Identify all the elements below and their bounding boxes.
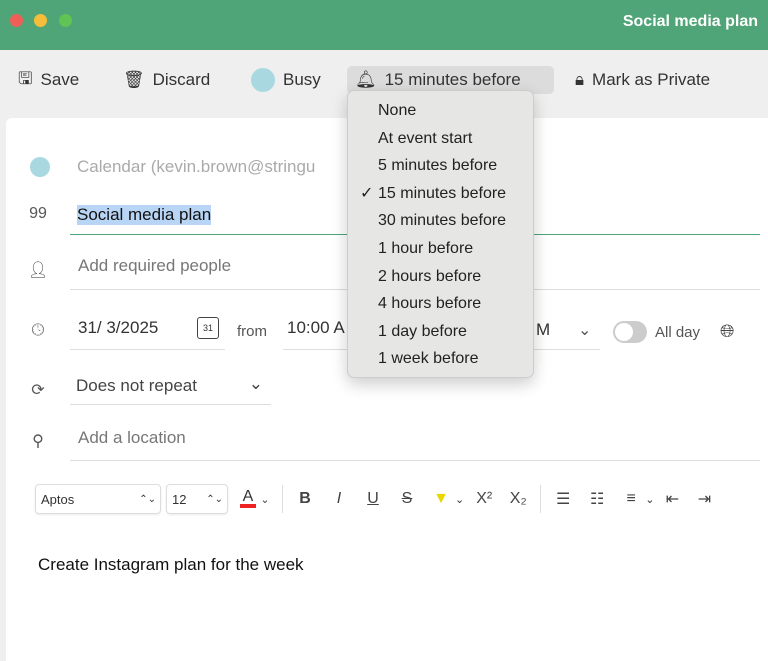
save-label: Save xyxy=(40,70,80,89)
close-window-button[interactable] xyxy=(10,14,23,27)
location-pin-icon: ⚲ xyxy=(32,433,44,450)
font-size-value: 12 xyxy=(172,491,187,507)
private-label: Mark as Private xyxy=(592,70,711,89)
align-icon[interactable]: ≡ xyxy=(617,490,645,508)
busy-button[interactable]: Busy xyxy=(243,66,329,94)
menu-item-2-hours[interactable]: 2 hours before xyxy=(348,263,533,291)
calendar-selector[interactable]: Calendar (kevin.brown@stringu xyxy=(77,157,315,177)
reminder-menu: None At event start 5 minutes before ✓ 15… xyxy=(347,90,534,378)
menu-item-1-day[interactable]: 1 day before xyxy=(348,318,533,346)
location-input[interactable]: Add a location xyxy=(70,428,760,461)
save-icon: 🖫 xyxy=(18,68,33,88)
menu-item-label: 15 minutes before xyxy=(378,184,507,202)
menu-item-at-event-start[interactable]: At event start xyxy=(348,125,533,153)
divider xyxy=(540,485,542,513)
event-body[interactable]: Create Instagram plan for the week xyxy=(38,555,304,575)
italic-icon[interactable]: I xyxy=(325,490,353,508)
font-color-icon[interactable]: A xyxy=(240,489,256,508)
person-icon: 👤︎ xyxy=(28,262,49,279)
start-time-value: 10:00 A xyxy=(287,318,345,337)
highlight-icon[interactable]: ▼ xyxy=(427,490,455,508)
lock-icon: 🔒︎ xyxy=(575,70,585,89)
save-button[interactable]: 🖫 Save xyxy=(10,66,87,94)
discard-button[interactable]: 🗑 Discard xyxy=(115,66,218,94)
outdent-icon[interactable]: ⇤ xyxy=(658,489,686,509)
title-text: Social media plan xyxy=(77,205,212,225)
menu-item-none[interactable]: None xyxy=(348,97,533,125)
calendar-color-icon xyxy=(30,157,50,177)
menu-item-1-hour[interactable]: 1 hour before xyxy=(348,235,533,263)
trash-icon: 🗑 xyxy=(123,70,145,89)
zoom-window-button[interactable] xyxy=(59,14,72,27)
indent-icon[interactable]: ⇥ xyxy=(690,489,718,509)
chevron-down-icon[interactable]: ⌄ xyxy=(645,493,654,506)
globe-icon[interactable]: 🌐︎ xyxy=(720,321,734,342)
date-value: 31/ 3/2025 xyxy=(78,318,159,337)
end-time-value: M xyxy=(536,320,551,339)
format-toolbar: Aptos ⌃⌄ 12 ⌃⌄ A ⌄ B I U S ▼ ⌄ X² X₂ ☰ ☷ ≡ ⌄ … xyxy=(35,484,718,514)
chevron-down-icon[interactable]: ⌄ xyxy=(578,320,591,340)
font-size-select[interactable]: 12 ⌃⌄ xyxy=(166,484,228,514)
divider xyxy=(282,485,283,513)
subscript-icon[interactable]: X₂ xyxy=(504,490,532,508)
repeat-dropdown[interactable]: Does not repeat ⌄ xyxy=(70,374,271,405)
font-value: Aptos xyxy=(41,491,75,507)
reminder-label: 15 minutes before xyxy=(384,70,521,89)
from-label: from xyxy=(237,323,267,340)
clock-icon: 🕓︎ xyxy=(31,322,45,339)
busy-status-icon xyxy=(251,68,275,92)
strikethrough-icon[interactable]: S xyxy=(393,490,421,508)
title-quote-icon: 99 xyxy=(29,205,47,222)
bell-icon: 🔔︎ xyxy=(355,70,377,89)
bullet-list-icon[interactable]: ☰ xyxy=(549,489,577,509)
window-title: Social media plan xyxy=(622,13,758,30)
repeat-value: Does not repeat xyxy=(76,376,197,395)
discard-label: Discard xyxy=(152,70,211,89)
chevron-down-icon[interactable]: ⌄ xyxy=(455,493,464,506)
checkmark-icon: ✓ xyxy=(360,184,374,202)
minimize-window-button[interactable] xyxy=(34,14,47,27)
superscript-icon[interactable]: X² xyxy=(470,490,498,508)
font-select[interactable]: Aptos ⌃⌄ xyxy=(35,484,161,514)
chevron-down-icon[interactable]: ⌄ xyxy=(256,493,274,506)
menu-item-30-minutes[interactable]: 30 minutes before xyxy=(348,207,533,235)
bold-icon[interactable]: B xyxy=(291,490,319,508)
menu-item-4-hours[interactable]: 4 hours before xyxy=(348,290,533,318)
busy-label: Busy xyxy=(283,70,321,89)
chevron-down-icon: ⌄ xyxy=(248,374,263,393)
repeat-icon: ⟳ xyxy=(31,382,45,399)
calendar-picker-icon[interactable]: 31 xyxy=(197,317,219,339)
menu-item-15-minutes[interactable]: ✓ 15 minutes before xyxy=(348,180,533,208)
underline-icon[interactable]: U xyxy=(359,490,387,508)
numbered-list-icon[interactable]: ☷ xyxy=(583,489,611,509)
menu-item-1-week[interactable]: 1 week before xyxy=(348,345,533,373)
all-day-label: All day xyxy=(655,324,701,341)
all-day-toggle[interactable] xyxy=(613,321,647,343)
mark-private-button[interactable]: 🔒︎ Mark as Private xyxy=(567,66,718,94)
menu-item-5-minutes[interactable]: 5 minutes before xyxy=(348,152,533,180)
